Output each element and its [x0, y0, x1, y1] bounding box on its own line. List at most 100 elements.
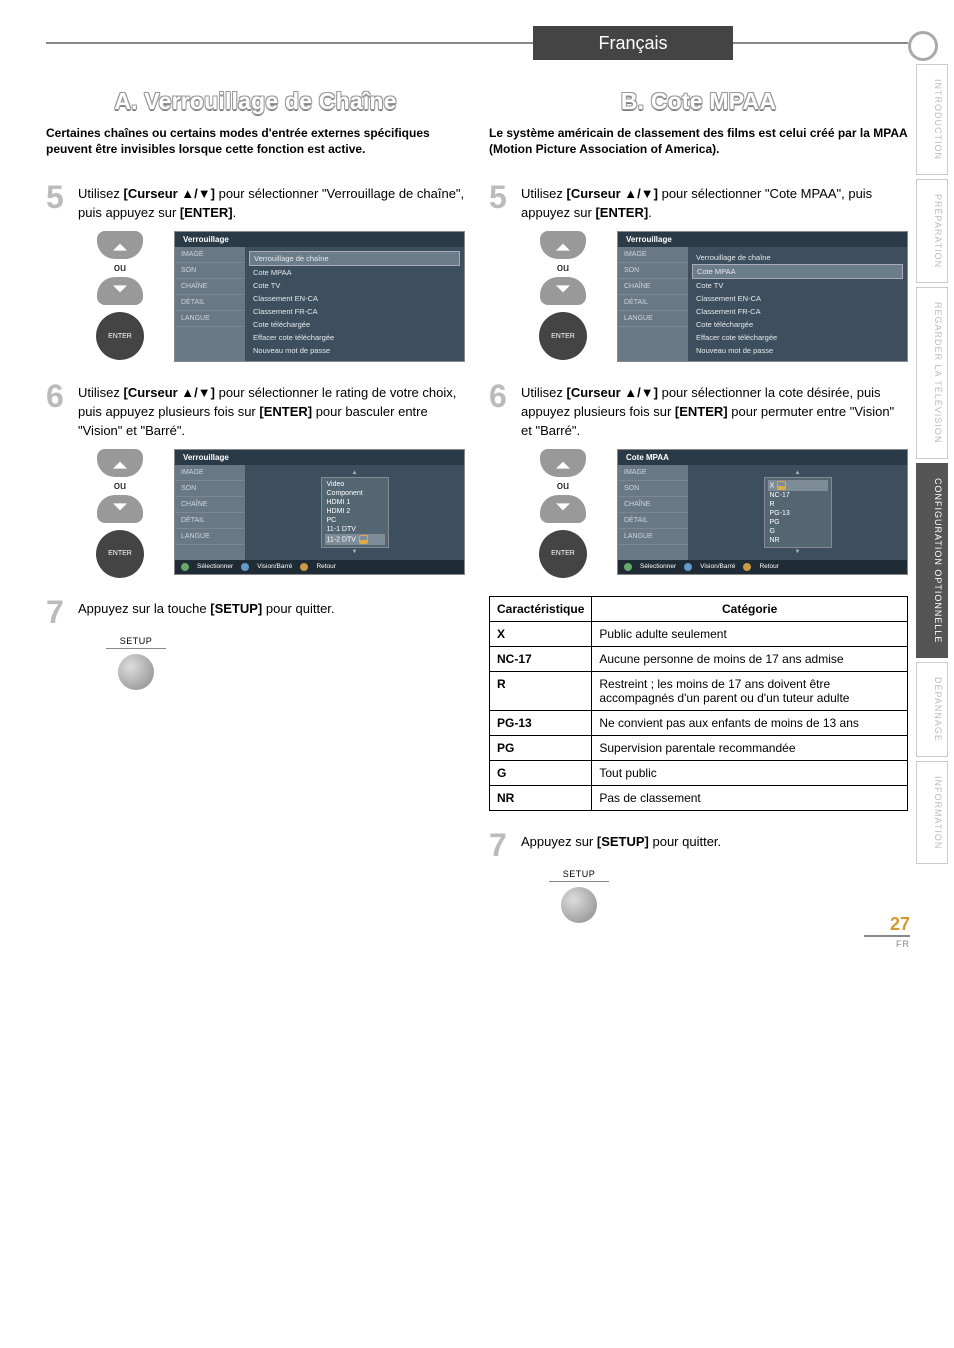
cursor-down-icon	[97, 277, 143, 305]
osd-item: CHAÎNE	[618, 497, 688, 513]
osd-panel-row: PG-13	[768, 509, 828, 518]
remote-control-icon: ou ENTER	[74, 231, 166, 360]
osd-item: IMAGE	[175, 247, 245, 263]
rating-desc: Public adulte seulement	[592, 621, 908, 646]
a-step6: 6 Utilisez [Curseur ▲/▼] pour sélectionn…	[46, 380, 465, 441]
txt: pour quitter.	[262, 601, 334, 616]
b-step7-text: Appuyez sur [SETUP] pour quitter.	[521, 829, 721, 852]
osd-item: LANGUE	[175, 311, 245, 327]
setup-button-icon	[118, 654, 154, 690]
osd-row: Effacer cote téléchargée	[249, 331, 460, 344]
side-tab-preparation[interactable]: PRÉPARATION	[916, 179, 948, 283]
mpaa-rating-table: Caractéristique Catégorie XPublic adulte…	[489, 596, 908, 811]
table-row: GTout public	[490, 760, 908, 785]
setup-button-graphic: SETUP	[106, 636, 166, 690]
table-row: XPublic adulte seulement	[490, 621, 908, 646]
cursor-up-icon	[540, 449, 586, 477]
table-row: PGSupervision parentale recommandée	[490, 735, 908, 760]
osd-item: LANGUE	[618, 529, 688, 545]
osd-item: SON	[618, 481, 688, 497]
a-step5-text: Utilisez [Curseur ▲/▼] pour sélectionner…	[78, 181, 465, 223]
bold: [Curseur ▲/▼]	[567, 385, 658, 400]
osd-title: Verrouillage	[175, 450, 464, 465]
osd-item: DÉTAIL	[618, 295, 688, 311]
osd-title: Verrouillage	[618, 232, 907, 247]
or-label: ou	[114, 262, 126, 274]
b-step6-text: Utilisez [Curseur ▲/▼] pour sélectionner…	[521, 380, 908, 441]
table-header: Caractéristique	[490, 596, 592, 621]
osd-a6: Verrouillage IMAGE SON CHAÎNE DÉTAIL LAN…	[174, 449, 465, 575]
osd-item: CHAÎNE	[175, 279, 245, 295]
rating-desc: Pas de classement	[592, 785, 908, 810]
osd-row: Cote TV	[692, 279, 903, 292]
rating-desc: Ne convient pas aux enfants de moins de …	[592, 710, 908, 735]
osd-panel-row: 11-1 DTV	[325, 525, 385, 534]
rating-code: R	[490, 671, 592, 710]
cursor-up-icon	[97, 231, 143, 259]
osd-a5: Verrouillage IMAGE SON CHAÎNE DÉTAIL LAN…	[174, 231, 465, 362]
osd-row: Nouveau mot de passe	[692, 344, 903, 357]
section-b: B. Cote MPAA Le système américain de cla…	[489, 82, 908, 923]
b-step7: 7 Appuyez sur [SETUP] pour quitter.	[489, 829, 908, 861]
page-lang-code: FR	[864, 939, 910, 949]
remote-control-icon: ou ENTER	[74, 449, 166, 578]
bold: [Curseur ▲/▼]	[567, 186, 658, 201]
section-a-title: A. Verrouillage de Chaîne	[46, 88, 465, 115]
osd-panel-row: NR	[768, 536, 828, 545]
footer-label: Sélectionner	[197, 563, 233, 570]
dot-icon	[241, 563, 249, 571]
side-tab-configuration[interactable]: CONFIGURATION OPTIONNELLE	[916, 463, 948, 658]
osd-b6: Cote MPAA IMAGE SON CHAÎNE DÉTAIL LANGUE…	[617, 449, 908, 575]
b-step6-graphics: ou ENTER Cote MPAA IMAGE SON CHAÎNE DÉTA…	[517, 449, 908, 578]
osd-panel-row: NC-17	[768, 491, 828, 500]
table-row: RRestreint ; les moins de 17 ans doivent…	[490, 671, 908, 710]
osd-right-panel: ▲ Video Component HDMI 1 HDMI 2 PC 11-1 …	[245, 465, 464, 560]
osd-footer: Sélectionner Vision/Barré Retour	[618, 560, 907, 574]
osd-panel-row: Component	[325, 489, 385, 498]
cursor-down-icon	[97, 495, 143, 523]
side-tab-depannage[interactable]: DÉPANNAGE	[916, 662, 948, 757]
bold: [ENTER]	[595, 205, 648, 220]
osd-panel-row: Video	[325, 480, 385, 489]
cursor-down-icon	[540, 495, 586, 523]
b-step6: 6 Utilisez [Curseur ▲/▼] pour sélectionn…	[489, 380, 908, 441]
osd-panel-row: G	[768, 527, 828, 536]
osd-panel-row: HDMI 1	[325, 498, 385, 507]
rating-code: NR	[490, 785, 592, 810]
txt: pour quitter.	[649, 834, 721, 849]
footer-label: Sélectionner	[640, 563, 676, 570]
bold: [Curseur ▲/▼]	[124, 186, 215, 201]
side-tab-regarder[interactable]: REGARDER LA TÉLÉVISION	[916, 287, 948, 458]
side-tab-information[interactable]: INFORMATION	[916, 761, 948, 864]
dot-icon	[743, 563, 751, 571]
osd-row: Classement EN-CA	[249, 292, 460, 305]
osd-row: Classement EN-CA	[692, 292, 903, 305]
table-header: Catégorie	[592, 596, 908, 621]
txt: Appuyez sur la touche	[78, 601, 210, 616]
step-number: 5	[489, 181, 513, 213]
osd-item: DÉTAIL	[618, 513, 688, 529]
osd-panel-row: PC	[325, 516, 385, 525]
a-step5-graphics: ou ENTER Verrouillage IMAGE SON CHAÎNE D…	[74, 231, 465, 362]
side-tab-introduction[interactable]: INTRODUCTION	[916, 64, 948, 175]
table-row: NRPas de classement	[490, 785, 908, 810]
step-number: 7	[46, 596, 70, 628]
bold: [SETUP]	[597, 834, 649, 849]
a-step5: 5 Utilisez [Curseur ▲/▼] pour sélectionn…	[46, 181, 465, 223]
rating-code: X	[490, 621, 592, 646]
txt: Utilisez	[521, 186, 567, 201]
lock-icon	[359, 535, 368, 544]
enter-button-icon: ENTER	[96, 312, 144, 360]
section-b-title: B. Cote MPAA	[489, 88, 908, 115]
txt: .	[648, 205, 652, 220]
osd-title: Verrouillage	[175, 232, 464, 247]
osd-title: Cote MPAA	[618, 450, 907, 465]
osd-item: CHAÎNE	[175, 497, 245, 513]
footer-label: Retour	[759, 563, 779, 570]
osd-item: CHAÎNE	[618, 279, 688, 295]
or-label: ou	[114, 480, 126, 492]
cursor-up-icon	[540, 231, 586, 259]
osd-row: Classement FR-CA	[692, 305, 903, 318]
footer-label: Vision/Barré	[257, 563, 292, 570]
b-step5-text: Utilisez [Curseur ▲/▼] pour sélectionner…	[521, 181, 908, 223]
